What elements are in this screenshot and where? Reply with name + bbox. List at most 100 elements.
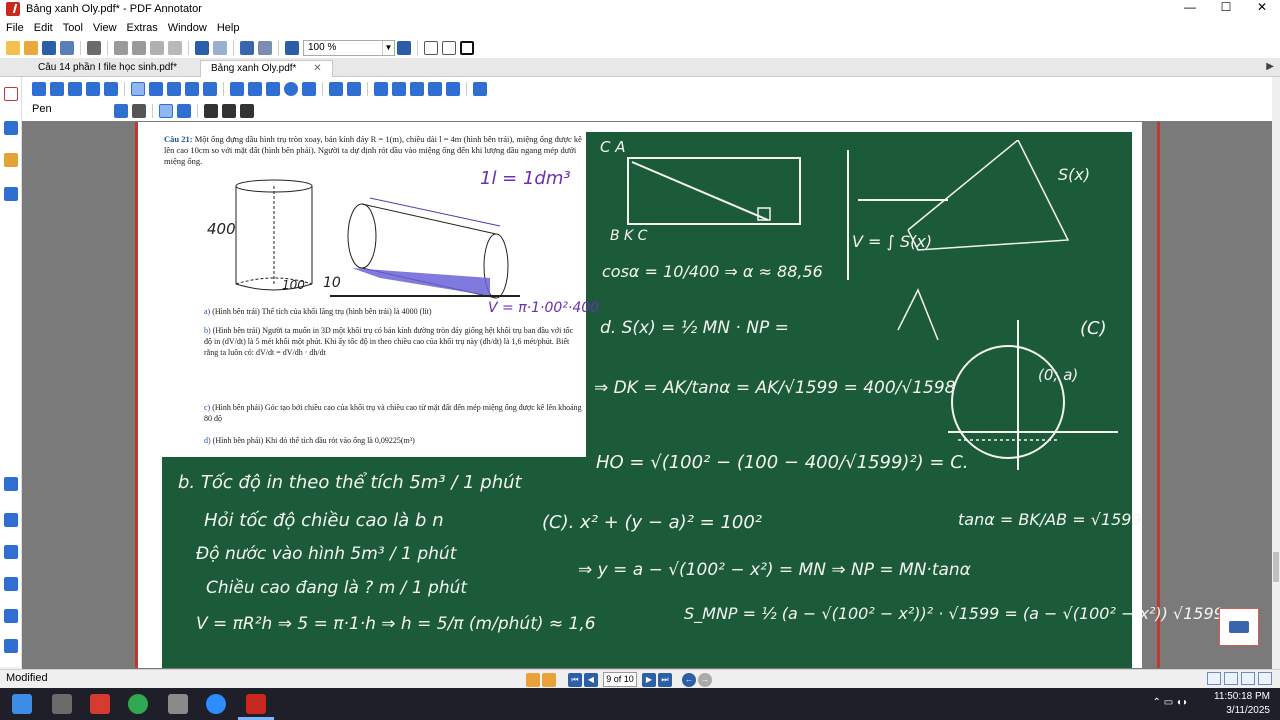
zoom-out-icon[interactable] <box>285 41 299 55</box>
ruler-icon[interactable] <box>4 639 18 653</box>
undo-icon[interactable] <box>195 41 209 55</box>
page-view-icon[interactable] <box>4 87 18 101</box>
pen-tool-icon[interactable] <box>131 82 145 96</box>
pen-icon[interactable] <box>4 121 18 135</box>
last-page-icon[interactable]: ⏭ <box>658 672 672 687</box>
text-format-icon[interactable] <box>204 104 218 118</box>
stamp-tool-icon[interactable] <box>203 82 217 96</box>
open-folder-icon[interactable] <box>24 41 38 55</box>
single-page-icon[interactable] <box>1207 672 1221 685</box>
menu-edit[interactable]: Edit <box>34 22 53 34</box>
pen-color-icon[interactable] <box>114 104 128 118</box>
fit-page-icon[interactable] <box>442 41 456 55</box>
new-document-icon[interactable] <box>6 41 20 55</box>
menu-extras[interactable]: Extras <box>127 22 158 34</box>
rectangle-icon[interactable] <box>266 82 280 96</box>
zoom-tool-icon[interactable] <box>86 82 100 96</box>
close-tab-icon[interactable]: ✕ <box>313 63 321 74</box>
system-clock[interactable]: 11:50:18 PM 3/11/2025 <box>1214 690 1270 718</box>
tab-bang-xanh[interactable]: Bảng xanh Oly.pdf* ✕ <box>200 60 333 77</box>
zoom-value: 100 % <box>308 42 337 53</box>
windows-start-icon[interactable] <box>12 694 32 714</box>
bookmark-prev-icon[interactable] <box>526 672 540 687</box>
calculator-icon[interactable] <box>52 694 72 714</box>
measure-icon[interactable] <box>410 82 424 96</box>
hand-icon[interactable] <box>68 82 82 96</box>
eraser-icon[interactable] <box>185 82 199 96</box>
menu-window[interactable]: Window <box>168 22 207 34</box>
marker-tool-icon[interactable] <box>149 82 163 96</box>
save-all-icon[interactable] <box>60 41 74 55</box>
ellipse-icon[interactable] <box>284 82 298 96</box>
lasso-icon[interactable] <box>347 82 361 96</box>
line-width-icon[interactable] <box>132 104 146 118</box>
next-page-icon[interactable]: ▶ <box>642 672 656 687</box>
fit-width-icon[interactable] <box>424 41 438 55</box>
straighten-icon[interactable] <box>177 104 191 118</box>
link-icon[interactable] <box>329 82 343 96</box>
eraser-quick-button[interactable] <box>1219 608 1259 646</box>
underline-icon[interactable] <box>222 104 236 118</box>
menu-view[interactable]: View <box>93 22 117 34</box>
minimize-button[interactable]: — <box>1172 0 1208 18</box>
save-icon[interactable] <box>42 41 56 55</box>
polygon-icon[interactable] <box>302 82 316 96</box>
first-page-icon[interactable]: ⏮ <box>568 672 582 687</box>
continuous-icon[interactable] <box>1224 672 1238 685</box>
menu-help[interactable]: Help <box>217 22 240 34</box>
smooth-icon[interactable] <box>159 104 173 118</box>
bookmark-next-icon[interactable] <box>542 672 556 687</box>
marker-icon[interactable] <box>4 513 18 527</box>
favorite-icon[interactable] <box>4 477 18 491</box>
select-icon[interactable] <box>32 82 46 96</box>
folder-icon[interactable] <box>4 153 18 167</box>
line-icon[interactable] <box>230 82 244 96</box>
insert-icon[interactable] <box>446 82 460 96</box>
prev-page-icon[interactable]: ◀ <box>584 672 598 687</box>
copy-icon[interactable] <box>132 41 146 55</box>
stamp-icon[interactable] <box>4 609 18 623</box>
cut-icon[interactable] <box>114 41 128 55</box>
menu-file[interactable]: File <box>6 22 24 34</box>
two-page-icon[interactable] <box>1241 672 1255 685</box>
favorites-heart-icon[interactable] <box>473 82 487 96</box>
paste-icon[interactable] <box>150 41 164 55</box>
back-icon[interactable]: ← <box>682 672 696 687</box>
camera-icon[interactable] <box>374 82 388 96</box>
office-icon[interactable] <box>90 694 110 714</box>
tabs-overflow-icon[interactable]: ▶ <box>1266 61 1274 72</box>
strikeout-icon[interactable] <box>240 104 254 118</box>
forward-icon[interactable]: → <box>698 672 712 687</box>
find-icon[interactable] <box>240 41 254 55</box>
close-button[interactable]: ✕ <box>1244 0 1280 18</box>
two-page-continuous-icon[interactable] <box>1258 672 1272 685</box>
page-indicator[interactable]: 9 of 10 <box>603 672 637 687</box>
page-setup-icon[interactable] <box>258 41 272 55</box>
delete-icon[interactable] <box>168 41 182 55</box>
highlighter-icon[interactable] <box>4 545 18 559</box>
app-icon[interactable] <box>168 694 188 714</box>
crop-icon[interactable] <box>392 82 406 96</box>
select-text-icon[interactable] <box>50 82 64 96</box>
zoom-app-icon[interactable] <box>206 694 226 714</box>
full-screen-icon[interactable] <box>460 41 474 55</box>
highlighter-tool-icon[interactable] <box>167 82 181 96</box>
arrow-icon[interactable] <box>248 82 262 96</box>
tab-cau-14[interactable]: Câu 14 phần I file học sinh.pdf* <box>28 60 187 77</box>
handwriting-label: 400 <box>207 220 236 238</box>
text-tool-icon[interactable] <box>104 82 118 96</box>
zoom-in-icon[interactable] <box>397 41 411 55</box>
attachment-icon[interactable] <box>4 187 18 201</box>
menu-tool[interactable]: Tool <box>63 22 83 34</box>
chrome-icon[interactable] <box>128 694 148 714</box>
zoom-select[interactable]: 100 % ▼ <box>303 40 395 56</box>
scrollbar-thumb[interactable] <box>1273 552 1279 582</box>
chart-icon[interactable] <box>4 577 18 591</box>
vertical-scrollbar[interactable] <box>1272 77 1280 667</box>
pdf-annotator-taskbar-icon[interactable] <box>246 694 266 714</box>
maximize-button[interactable]: ☐ <box>1208 0 1244 18</box>
system-tray-icons[interactable]: ⌃ ▭ ◖◗ <box>1153 697 1188 708</box>
print-icon[interactable] <box>87 41 101 55</box>
edit-page-icon[interactable] <box>428 82 442 96</box>
redo-icon[interactable] <box>213 41 227 55</box>
